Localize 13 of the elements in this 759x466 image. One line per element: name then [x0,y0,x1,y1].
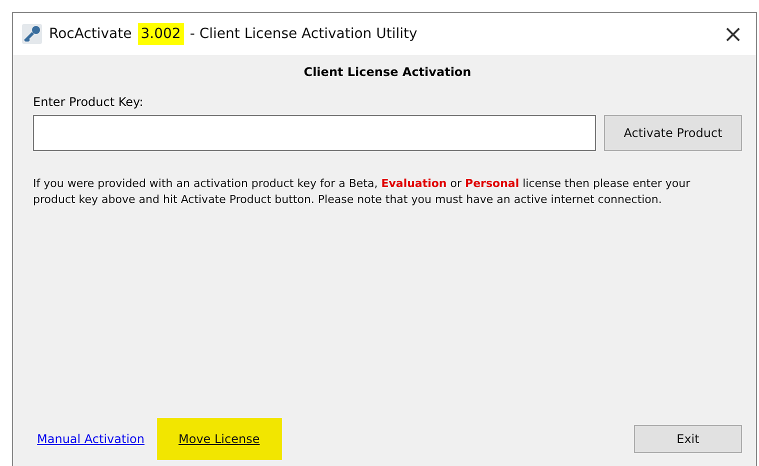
field-label: Enter Product Key: [33,95,144,109]
link[interactable]: Move License [156,418,282,460]
notice-text: If you were provided with an activation product key for a Beta, Evaluation or Personal license then please enter your product key above and hit Activate Product button. Please note that you must have an active internet connection. [33,176,692,208]
window-title: 3.002 [138,23,184,45]
link[interactable]: Manual Activation [33,418,148,460]
exit-button[interactable]: Exit [634,425,742,453]
dialog-heading: Client License Activation [302,65,472,79]
key-icon [21,23,43,45]
product-key-field[interactable] [33,115,596,151]
activate-button[interactable]: Activate Product [604,115,742,151]
window-title: RocActivate [49,25,132,44]
close-button[interactable]: × [710,14,756,54]
window-title: - Client License Activation Utility [190,25,418,44]
